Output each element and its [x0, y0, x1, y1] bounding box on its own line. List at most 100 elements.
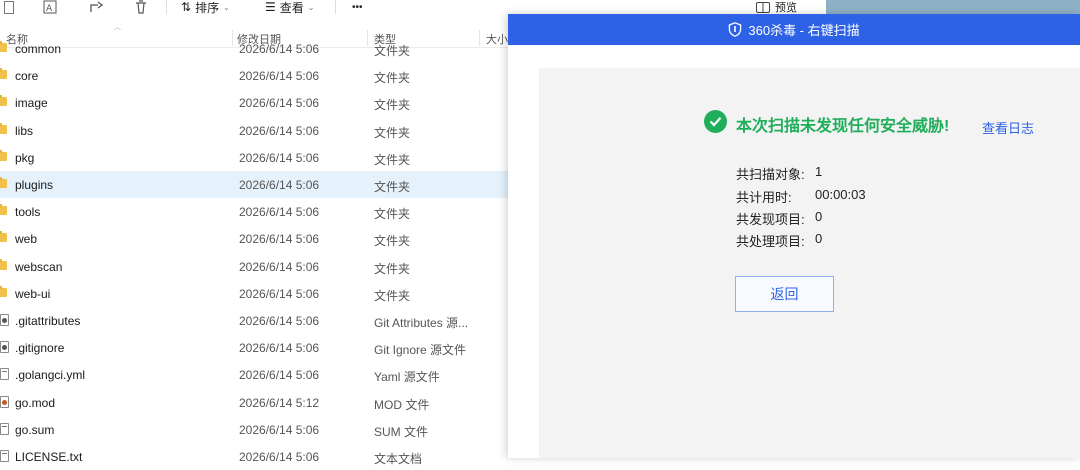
folder-icon [0, 149, 7, 161]
file-type: 文件夹 [374, 152, 411, 167]
file-name: common [15, 42, 62, 56]
file-row[interactable]: go.mod 2026/6/14 5:12 MOD 文件 [0, 389, 520, 416]
text-file-icon [0, 422, 9, 435]
file-name: pkg [15, 150, 35, 165]
preview-button[interactable]: 预览 [756, 0, 797, 14]
git-file-icon [0, 314, 9, 326]
file-row[interactable]: image 2026/6/14 5:06 文件夹 [0, 89, 520, 116]
file-date: 2026/6/14 5:06 [239, 232, 320, 247]
toolbar-separator [166, 0, 167, 14]
mod-file-icon [0, 395, 9, 408]
new-icon[interactable] [0, 0, 18, 14]
file-row[interactable]: plugins 2026/6/14 5:06 文件夹 [0, 171, 520, 198]
folder-icon [0, 41, 7, 52]
file-name: core [15, 69, 39, 84]
file-date: 2026/6/14 5:06 [239, 286, 320, 301]
stat-label: 共计用时: [736, 190, 792, 205]
file-type: 文件夹 [374, 180, 411, 194]
folder-icon [0, 204, 7, 216]
svg-text:A: A [46, 4, 53, 14]
file-type: 文件夹 [374, 98, 411, 113]
file-row[interactable]: pkg 2026/6/14 5:06 文件夹 [0, 144, 520, 171]
file-name: go.mod [15, 395, 56, 410]
file-date: 2026/6/14 5:06 [239, 150, 320, 165]
file-date: 2026/6/14 5:06 [239, 205, 320, 220]
file-type: 文件夹 [374, 207, 411, 222]
file-date: 2026/6/14 5:06 [239, 259, 320, 274]
file-type: 文本文档 [374, 452, 423, 466]
file-date: 2026/6/14 5:06 [239, 123, 320, 138]
stat-value: 0 [815, 209, 823, 224]
view-icon: ☰ [265, 0, 276, 14]
scan-result-message: 本次扫描未发现任何安全威胁! [736, 118, 950, 135]
folder-icon [0, 231, 7, 243]
file-row[interactable]: .gitattributes 2026/6/14 5:06 Git Attribut… [0, 307, 520, 334]
file-date: 2026/6/14 5:06 [239, 368, 320, 383]
stat-elapsed-time: 共计用时: 00:00:03 [736, 187, 866, 206]
file-name: image [15, 96, 48, 111]
sort-caret-icon: ︿ [114, 24, 121, 31]
file-name: libs [15, 123, 34, 138]
delete-icon[interactable] [132, 0, 150, 14]
sort-label: 排序 [195, 0, 220, 15]
folder-icon [0, 177, 7, 188]
sort-button[interactable]: ⇅ 排序 ⌄ [181, 0, 230, 15]
folder-icon [0, 122, 7, 134]
preview-label: 预览 [775, 2, 797, 14]
preview-pane-icon [756, 1, 770, 13]
file-date: 2026/6/14 5:06 [239, 450, 320, 464]
view-log-link[interactable]: 查看日志 [982, 118, 1034, 137]
file-name: .gitignore [15, 341, 65, 356]
file-row[interactable]: web 2026/6/14 5:06 文件夹 [0, 225, 520, 252]
folder-icon [0, 68, 7, 80]
file-name: web [15, 232, 38, 247]
file-row[interactable]: tools 2026/6/14 5:06 文件夹 [0, 198, 520, 225]
shield-icon [729, 22, 742, 37]
file-name: .golangci.yml [15, 368, 86, 383]
file-type: Git Attributes 源... [374, 316, 469, 330]
stat-value: 00:00:03 [815, 187, 866, 202]
file-row[interactable]: go.sum 2026/6/14 5:06 SUM 文件 [0, 416, 520, 443]
stat-processed-items: 共处理项目: 0 [736, 231, 822, 250]
stat-value: 1 [815, 164, 823, 179]
sort-icon: ⇅ [181, 0, 192, 14]
file-row[interactable]: libs 2026/6/14 5:06 文件夹 [0, 117, 520, 144]
stat-value: 0 [815, 231, 823, 246]
view-button[interactable]: ☰ 查看 ⌄ [265, 0, 315, 15]
file-row[interactable]: core 2026/6/14 5:06 文件夹 [0, 62, 520, 89]
file-type: 文件夹 [374, 44, 411, 58]
stat-found-items: 共发现项目: 0 [736, 209, 822, 228]
folder-icon [0, 258, 7, 270]
git-file-icon [0, 341, 9, 354]
dialog-title: 360杀毒 - 右键扫描 [748, 23, 860, 38]
dialog-title-bar[interactable]: 360杀毒 - 右键扫描 [508, 14, 1080, 45]
file-row[interactable]: webscan 2026/6/14 5:06 文件夹 [0, 253, 520, 280]
stat-label: 共发现项目: [736, 212, 805, 227]
rename-icon[interactable]: A [42, 0, 60, 14]
more-button[interactable]: ••• [352, 0, 363, 14]
file-row[interactable]: .golangci.yml 2026/6/14 5:06 Yaml 源文件 [0, 361, 520, 388]
file-date: 2026/6/14 5:06 [239, 96, 320, 111]
file-date: 2026/6/14 5:06 [239, 178, 320, 192]
back-button[interactable]: 返回 [735, 276, 834, 312]
chevron-down-icon: ⌄ [307, 2, 315, 12]
file-name: plugins [15, 178, 54, 192]
file-row[interactable]: .gitignore 2026/6/14 5:06 Git Ignore 源文件 [0, 334, 520, 361]
file-type: 文件夹 [374, 125, 411, 140]
file-name: LICENSE.txt [15, 450, 83, 464]
dialog-body: 本次扫描未发现任何安全威胁! 查看日志 共扫描对象: 1 共计用时: 00:00… [539, 68, 1080, 458]
success-check-icon [704, 110, 727, 133]
file-date: 2026/6/14 5:06 [239, 69, 320, 84]
file-row[interactable]: common 2026/6/14 5:06 文件夹 [0, 35, 520, 62]
file-name: .gitattributes [15, 314, 81, 328]
file-type: 文件夹 [374, 71, 411, 86]
file-type: 文件夹 [374, 234, 411, 249]
stat-scanned-objects: 共扫描对象: 1 [736, 164, 822, 183]
file-date: 2026/6/14 5:12 [239, 395, 320, 410]
file-row[interactable]: web-ui 2026/6/14 5:06 文件夹 [0, 280, 520, 307]
file-date: 2026/6/14 5:06 [239, 341, 320, 356]
share-icon[interactable] [88, 0, 106, 14]
file-name: web-ui [15, 286, 51, 301]
text-file-icon [0, 450, 9, 462]
file-row[interactable]: LICENSE.txt 2026/6/14 5:06 文本文档 [0, 443, 520, 470]
